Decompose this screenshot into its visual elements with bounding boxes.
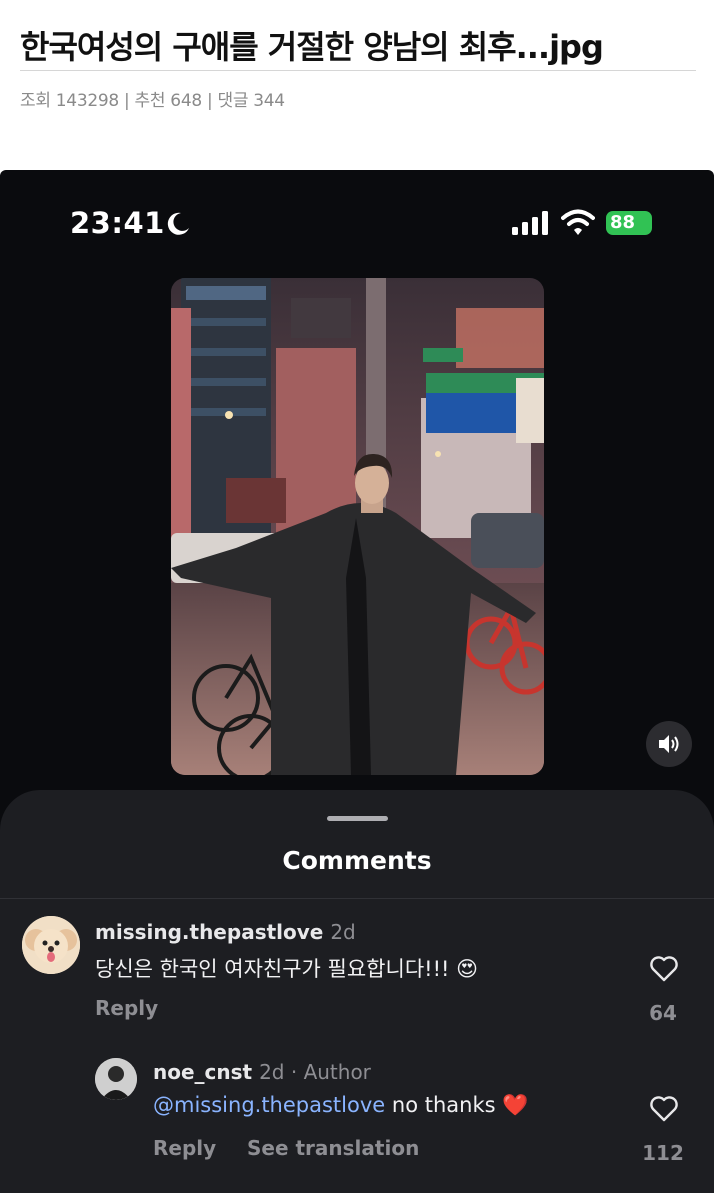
reply-text: @missing.thepastlove no thanks ❤️ [153,1093,528,1118]
red-heart-emoji: ❤️ [502,1093,529,1117]
battery-level: 88 [610,212,636,233]
sheet-drag-handle[interactable] [327,816,388,821]
wifi-icon [561,209,595,235]
signal-icon [512,211,548,235]
title-divider [20,70,696,71]
reply-username[interactable]: noe_cnst 2d · Author [153,1060,371,1084]
sound-toggle-button[interactable] [646,721,692,767]
comment-username[interactable]: missing.thepastlove 2d [95,920,356,944]
comments-title: Comments [282,846,432,875]
dog-avatar-icon [22,916,80,974]
sheet-divider [0,898,714,899]
reply-avatar[interactable] [95,1058,137,1100]
comment-time: 2d [330,920,356,944]
heart-eyes-emoji: 😍 [456,957,478,981]
battery-indicator: 88 [606,211,652,235]
street-photo [171,278,544,775]
username-text[interactable]: noe_cnst [153,1060,252,1084]
reply-body: no thanks [391,1093,496,1117]
like-count: 64 [649,1001,677,1025]
heart-icon[interactable] [649,1095,679,1123]
comments-sheet: Comments missing.thepastlove 2d 당신은 한국인 … [0,790,714,1193]
comment-avatar[interactable] [22,916,80,974]
like-count: 112 [642,1141,684,1165]
comment-text: 당신은 한국인 여자친구가 필요합니다!!! 😍 [95,953,478,983]
mention-link[interactable]: @missing.thepastlove [153,1093,385,1117]
status-time: 23:41 [70,206,165,240]
video-thumbnail[interactable] [171,278,544,775]
speaker-icon [659,735,679,753]
reply-button[interactable]: Reply [95,996,158,1020]
reply-time-author: 2d · Author [259,1060,371,1084]
heart-icon[interactable] [649,955,679,983]
post-meta: 조회 143298 | 추천 648 | 댓글 344 [20,91,285,111]
reply-button[interactable]: Reply [153,1136,216,1160]
phone-screenshot: 23:41 88 Comments missing.thepastlove 2d… [0,170,714,1193]
see-translation-button[interactable]: See translation [247,1136,419,1160]
comment-body: 당신은 한국인 여자친구가 필요합니다!!! [95,957,450,981]
username-text[interactable]: missing.thepastlove [95,920,323,944]
post-title: 한국여성의 구애를 거절한 양남의 최후...jpg [20,28,604,66]
person-avatar-icon [95,1058,137,1100]
moon-icon [167,212,189,235]
